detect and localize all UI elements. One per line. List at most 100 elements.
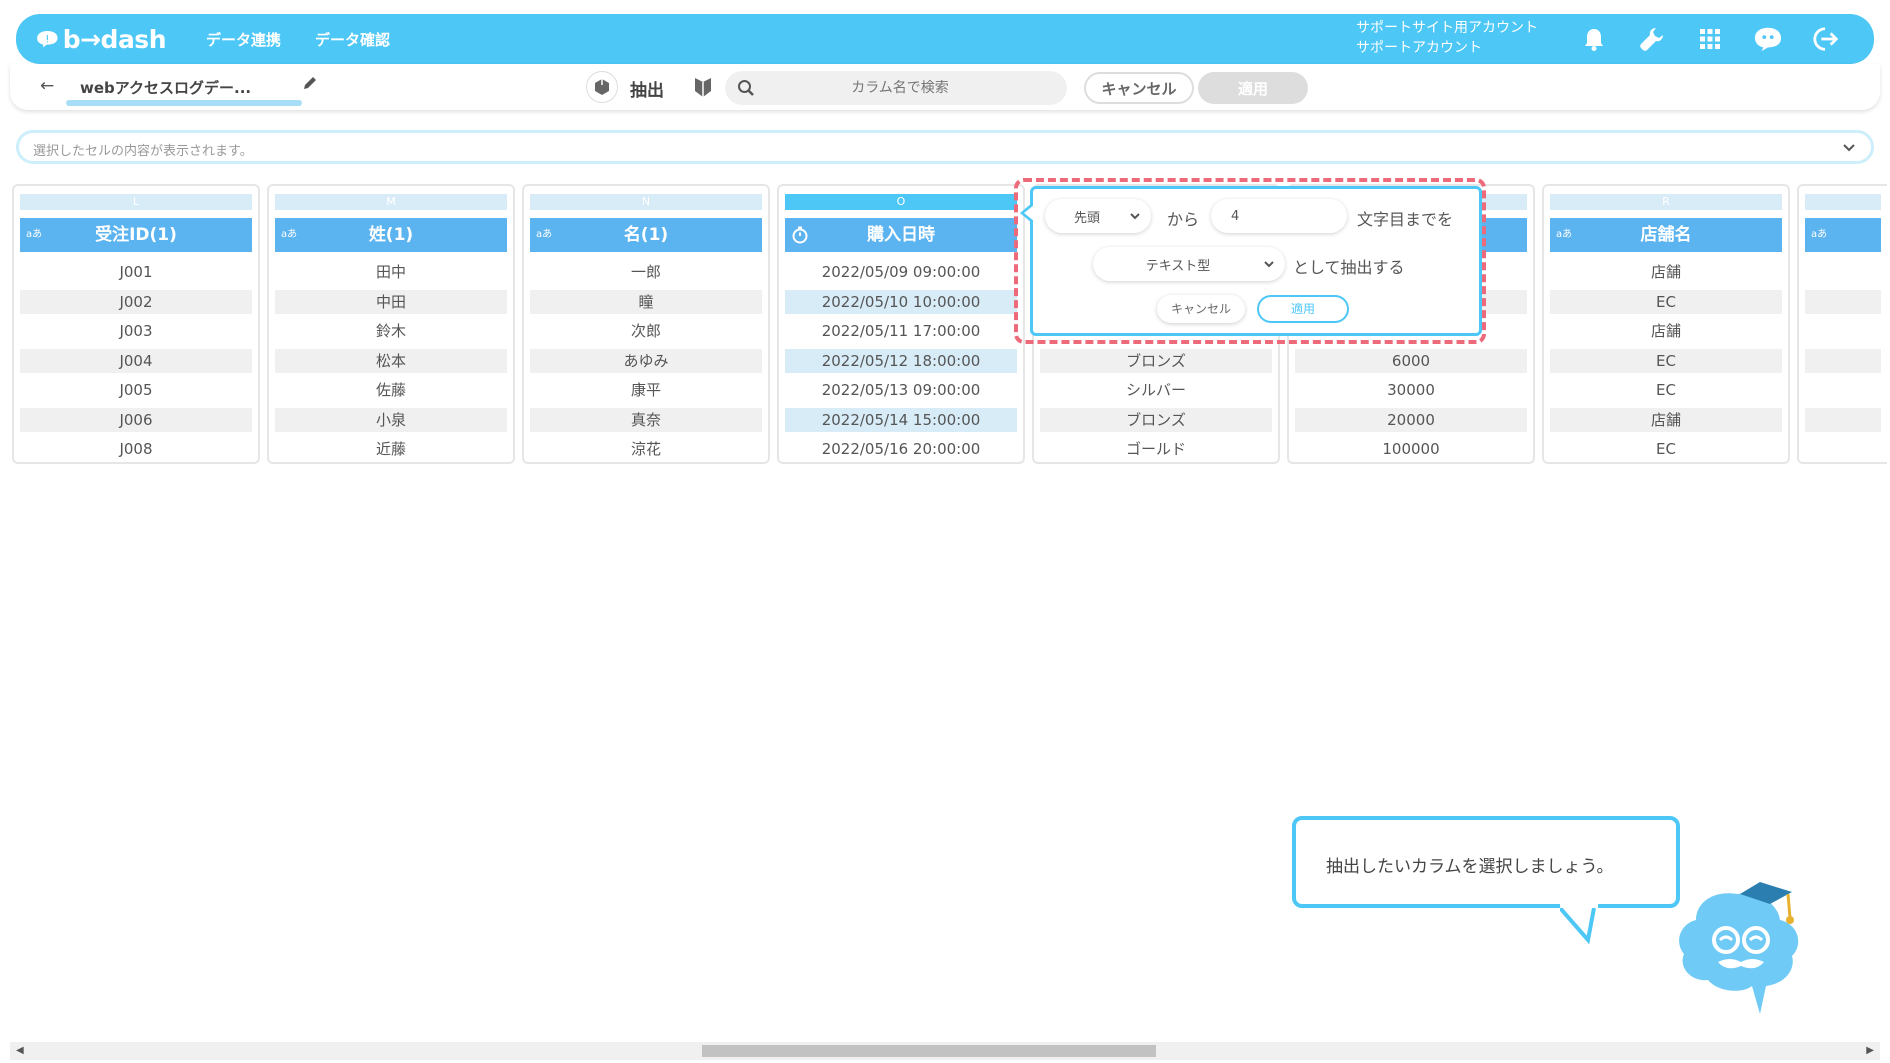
- scrollbar-thumb[interactable]: [702, 1045, 1156, 1057]
- column-letter: [1805, 194, 1881, 210]
- table-cell[interactable]: [1805, 289, 1881, 314]
- bell-icon[interactable]: [1580, 25, 1608, 53]
- column-header[interactable]: aあ 店舗名: [1550, 218, 1782, 252]
- logout-icon[interactable]: [1812, 25, 1840, 53]
- nav-data-check[interactable]: データ確認: [315, 29, 390, 50]
- column-header[interactable]: aあ 受注ID(1): [20, 218, 252, 252]
- char-count-input[interactable]: 4: [1211, 199, 1347, 233]
- cell-content-placeholder: 選択したセルの内容が表示されます。: [33, 144, 253, 159]
- wrench-icon[interactable]: [1638, 25, 1666, 53]
- table-cell[interactable]: 佐藤: [275, 378, 507, 402]
- table-cell[interactable]: 6000: [1295, 348, 1527, 373]
- column-M[interactable]: M aあ 姓(1) 田中 中田 鈴木 松本 佐藤 小泉 近藤: [267, 184, 515, 464]
- table-cell[interactable]: J008: [20, 437, 252, 461]
- table-cell[interactable]: 20000: [1295, 407, 1527, 432]
- table-cell[interactable]: J006: [20, 407, 252, 432]
- column-N[interactable]: N aあ 名(1) 一郎 瞳 次郎 あゆみ 康平 真奈 涼花: [522, 184, 770, 464]
- table-cell[interactable]: 店舗: [1550, 319, 1782, 343]
- table-cell[interactable]: 店舗: [1550, 407, 1782, 432]
- extract-as-label: として抽出する: [1293, 258, 1405, 277]
- toolbar-apply-button[interactable]: 適用: [1198, 72, 1308, 104]
- table-cell[interactable]: 2022/05/13 09:00:00: [785, 378, 1017, 402]
- table-cell[interactable]: あゆみ: [530, 348, 762, 373]
- popup-cancel-button[interactable]: キャンセル: [1157, 295, 1245, 323]
- table-cell[interactable]: [1805, 348, 1881, 373]
- cell-content-bar[interactable]: 選択したセルの内容が表示されます。: [16, 130, 1874, 164]
- extract-operation-icon: [586, 71, 618, 103]
- column-header[interactable]: aあ 名(1): [530, 218, 762, 252]
- column-header[interactable]: 購入日時: [785, 218, 1017, 252]
- table-cell[interactable]: EC: [1550, 378, 1782, 402]
- account-info[interactable]: サポートサイト用アカウント サポートアカウント: [1356, 18, 1538, 58]
- table-cell[interactable]: 瞳: [530, 289, 762, 314]
- back-arrow-icon[interactable]: ←: [40, 76, 54, 96]
- column-header[interactable]: aあ 姓(1): [275, 218, 507, 252]
- column-O[interactable]: O 購入日時 2022/05/09 09:00:00 2022/05/10 10…: [777, 184, 1025, 464]
- table-cell[interactable]: 2022/05/14 15:00:00: [785, 407, 1017, 432]
- table-cell[interactable]: [1805, 319, 1881, 343]
- dataset-name[interactable]: webアクセスログデー...: [80, 77, 292, 98]
- scroll-right-arrow-icon[interactable]: ▶: [1866, 1045, 1874, 1056]
- table-cell[interactable]: [1805, 378, 1881, 402]
- table-cell[interactable]: 中田: [275, 289, 507, 314]
- table-cell[interactable]: シルバー: [1040, 378, 1272, 402]
- chevron-down-icon[interactable]: [1841, 139, 1857, 155]
- column-L[interactable]: L aあ 受注ID(1) J001 J002 J003 J004 J005 J0…: [12, 184, 260, 464]
- position-select[interactable]: 先頭: [1045, 199, 1151, 233]
- table-cell[interactable]: EC: [1550, 348, 1782, 373]
- table-cell[interactable]: 2022/05/16 20:00:00: [785, 437, 1017, 461]
- table-cell[interactable]: ブロンズ: [1040, 348, 1272, 373]
- table-cell[interactable]: [1805, 407, 1881, 432]
- logo[interactable]: b→dash: [36, 23, 167, 55]
- popup-apply-button[interactable]: 適用: [1257, 295, 1349, 323]
- table-cell[interactable]: [1805, 260, 1881, 284]
- table-cell[interactable]: EC: [1550, 437, 1782, 461]
- column-search-input[interactable]: [765, 80, 1035, 96]
- table-cell[interactable]: 松本: [275, 348, 507, 373]
- table-cell[interactable]: EC: [1550, 289, 1782, 314]
- table-cell[interactable]: 近藤: [275, 437, 507, 461]
- chat-icon[interactable]: [1754, 25, 1782, 53]
- table-cell[interactable]: 2022/05/09 09:00:00: [785, 260, 1017, 284]
- table-cell[interactable]: 涼花: [530, 437, 762, 461]
- table-cell[interactable]: ブロンズ: [1040, 407, 1272, 432]
- column-S[interactable]: aあ: [1797, 184, 1887, 464]
- table-cell[interactable]: 小泉: [275, 407, 507, 432]
- tip-bubble-tail-icon: [1560, 904, 1598, 944]
- column-letter: O: [785, 194, 1017, 210]
- scroll-left-arrow-icon[interactable]: ◀: [16, 1045, 24, 1056]
- nav-data-integration[interactable]: データ連携: [206, 29, 281, 50]
- table-cell[interactable]: 康平: [530, 378, 762, 402]
- table-cell[interactable]: 次郎: [530, 319, 762, 343]
- table-cell[interactable]: J004: [20, 348, 252, 373]
- column-R[interactable]: R aあ 店舗名 店舗 EC 店舗 EC EC 店舗 EC: [1542, 184, 1790, 464]
- table-cell[interactable]: J005: [20, 378, 252, 402]
- table-cell[interactable]: [1805, 437, 1881, 461]
- table-cell[interactable]: 30000: [1295, 378, 1527, 402]
- table-cell[interactable]: 一郎: [530, 260, 762, 284]
- toolbar-cancel-button[interactable]: キャンセル: [1084, 72, 1194, 104]
- table-cell[interactable]: 店舗: [1550, 260, 1782, 284]
- table-cell[interactable]: 2022/05/10 10:00:00: [785, 289, 1017, 314]
- from-label: から: [1167, 210, 1200, 229]
- column-header[interactable]: aあ: [1805, 218, 1881, 252]
- table-cell[interactable]: 100000: [1295, 437, 1527, 461]
- beginner-mark-icon[interactable]: [694, 76, 712, 102]
- horizontal-scrollbar[interactable]: ◀ ▶: [10, 1042, 1880, 1060]
- table-cell[interactable]: J003: [20, 319, 252, 343]
- table-cell[interactable]: ゴールド: [1040, 437, 1272, 461]
- type-text-icon: aあ: [26, 229, 43, 240]
- table-cell[interactable]: 田中: [275, 260, 507, 284]
- table-cell[interactable]: 真奈: [530, 407, 762, 432]
- type-select-value: テキスト型: [1145, 258, 1211, 274]
- grid-icon[interactable]: [1696, 25, 1724, 53]
- table-cell[interactable]: J001: [20, 260, 252, 284]
- table-cell[interactable]: J002: [20, 289, 252, 314]
- column-search[interactable]: [725, 71, 1067, 105]
- table-cell[interactable]: 鈴木: [275, 319, 507, 343]
- table-cell[interactable]: 2022/05/11 17:00:00: [785, 319, 1017, 343]
- position-select-value: 先頭: [1073, 210, 1100, 226]
- pencil-icon[interactable]: [302, 75, 318, 95]
- type-select[interactable]: テキスト型: [1093, 247, 1285, 281]
- table-cell[interactable]: 2022/05/12 18:00:00: [785, 348, 1017, 373]
